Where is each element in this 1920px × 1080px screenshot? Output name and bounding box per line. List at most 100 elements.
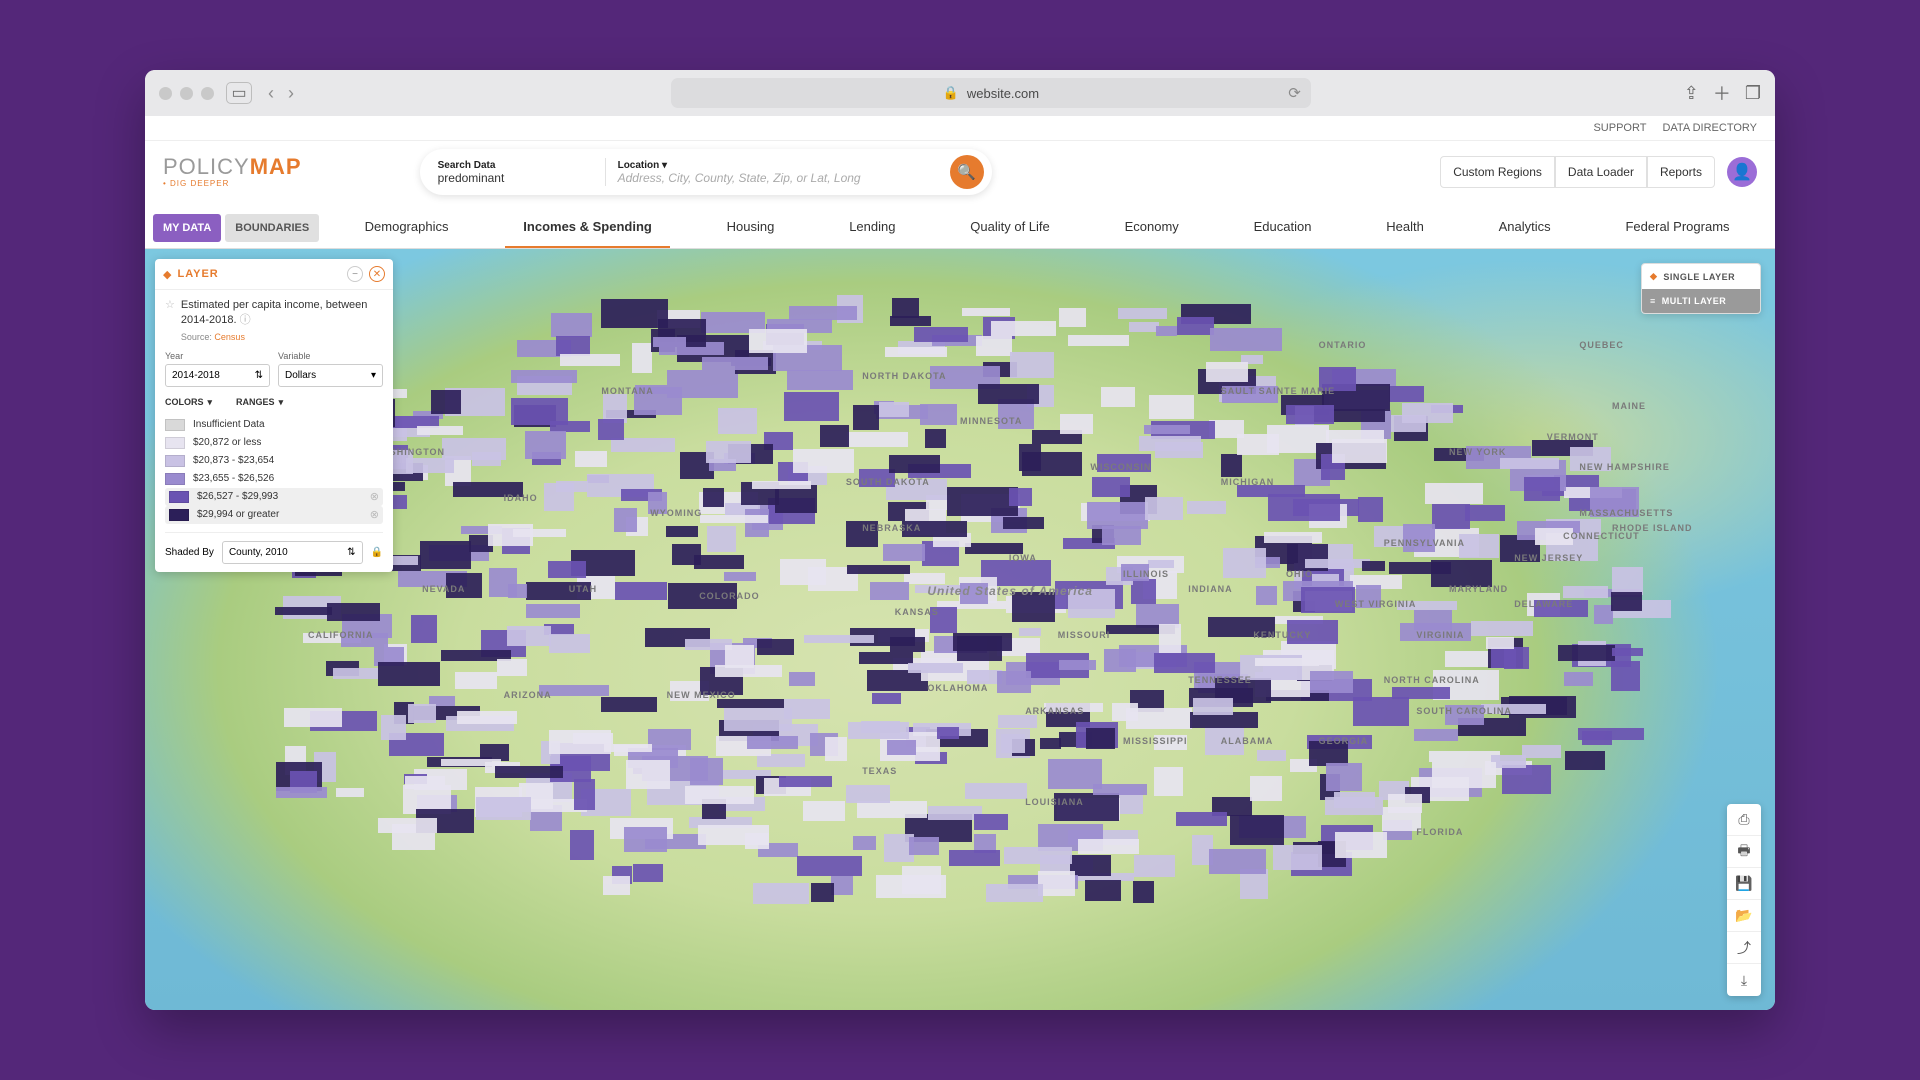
map-label: NEBRASKA — [862, 523, 921, 533]
map-label: UTAH — [569, 584, 597, 594]
legend-label: $20,873 - $23,654 — [193, 455, 274, 466]
minimize-window[interactable] — [180, 87, 193, 100]
close-window[interactable] — [159, 87, 172, 100]
reports-button[interactable]: Reports — [1647, 156, 1715, 188]
tabs-icon[interactable]: ❐ — [1745, 80, 1761, 106]
map-label: QUEBEC — [1579, 340, 1624, 350]
ranges-toggle[interactable]: RANGES ▾ — [236, 397, 283, 408]
remove-bin-icon[interactable]: ⊗ — [370, 490, 379, 503]
top-links: SUPPORT DATA DIRECTORY — [145, 116, 1775, 141]
legend-row[interactable]: $23,655 - $26,526 — [165, 470, 383, 488]
search-location-label: Location ▾ — [618, 160, 938, 171]
map-label: NEW HAMPSHIRE — [1579, 462, 1670, 472]
multi-layer-button[interactable]: ≡MULTI LAYER — [1642, 289, 1760, 313]
chevron-down-icon: ▾ — [208, 397, 213, 408]
search-location-segment[interactable]: Location ▾ Address, City, County, State,… — [618, 160, 938, 185]
colors-toggle[interactable]: COLORS ▾ — [165, 397, 212, 408]
measure-tool[interactable]: ⎙ — [1727, 804, 1761, 836]
avatar[interactable]: 👤 — [1727, 157, 1757, 187]
map-label: MARYLAND — [1449, 584, 1508, 594]
chevron-down-icon: ▾ — [279, 397, 284, 408]
open-tool[interactable]: 📂 — [1727, 900, 1761, 932]
tab-boundaries[interactable]: BOUNDARIES — [225, 214, 319, 242]
chevron-down-icon: ▾ — [371, 370, 376, 381]
map-canvas[interactable]: WASHINGTONOREGONIDAHOMONTANANORTH DAKOTA… — [145, 249, 1775, 1010]
minimize-panel-icon[interactable]: − — [347, 266, 363, 282]
info-icon[interactable]: ⓘ — [240, 314, 251, 326]
legend-swatch — [165, 437, 185, 449]
map-label: OKLAHOMA — [927, 683, 988, 693]
data-loader-button[interactable]: Data Loader — [1555, 156, 1647, 188]
legend-swatch — [165, 419, 185, 431]
traffic-lights — [159, 87, 214, 100]
search-icon: 🔍 — [957, 163, 976, 181]
tab-quality-of-life[interactable]: Quality of Life — [952, 207, 1068, 248]
share-icon[interactable]: ⇪ — [1684, 80, 1699, 106]
custom-regions-button[interactable]: Custom Regions — [1440, 156, 1555, 188]
save-tool[interactable]: 💾 — [1727, 868, 1761, 900]
tab-demographics[interactable]: Demographics — [347, 207, 467, 248]
tab-education[interactable]: Education — [1236, 207, 1330, 248]
legend-row[interactable]: $20,873 - $23,654 — [165, 452, 383, 470]
back-button[interactable]: ‹ — [264, 83, 278, 104]
url-bar[interactable]: 🔒 website.com ⟳ — [671, 78, 1311, 108]
sidebar-toggle[interactable]: ▭ — [226, 82, 252, 104]
tab-my-data[interactable]: MY DATA — [153, 214, 221, 242]
search-cluster: Search Data Location ▾ Address, City, Co… — [420, 149, 992, 195]
map-label: VIRGINIA — [1416, 630, 1464, 640]
map-label: TEXAS — [862, 766, 897, 776]
tab-analytics[interactable]: Analytics — [1481, 207, 1569, 248]
nav-arrows: ‹ › — [264, 83, 298, 104]
map-label: IOWA — [1009, 553, 1037, 563]
logo-text-b: MAP — [250, 154, 302, 179]
download-tool[interactable]: ⤓ — [1727, 964, 1761, 996]
single-layer-button[interactable]: ◆SINGLE LAYER — [1642, 264, 1760, 289]
category-tabs: MY DATA BOUNDARIES Demographics Incomes … — [145, 207, 1775, 249]
tab-incomes-spending[interactable]: Incomes & Spending — [505, 207, 670, 248]
support-link[interactable]: SUPPORT — [1593, 122, 1646, 134]
map-label: WISCONSIN — [1090, 462, 1151, 472]
legend-swatch — [165, 455, 185, 467]
tab-economy[interactable]: Economy — [1107, 207, 1197, 248]
print-tool[interactable]: 🖶 — [1727, 836, 1761, 868]
close-panel-icon[interactable]: ✕ — [369, 266, 385, 282]
legend-row[interactable]: $26,527 - $29,993⊗ — [165, 488, 383, 506]
map-label: IDAHO — [504, 493, 538, 503]
zoom-window[interactable] — [201, 87, 214, 100]
year-select[interactable]: 2014-2018⇅ — [165, 364, 270, 387]
favorite-icon[interactable]: ☆ — [165, 298, 175, 313]
remove-bin-icon[interactable]: ⊗ — [370, 508, 379, 521]
shaded-by-select[interactable]: County, 2010⇅ — [222, 541, 363, 564]
legend-row[interactable]: $20,872 or less — [165, 434, 383, 452]
share-tool[interactable]: ⤴ — [1727, 932, 1761, 964]
map-label: MINNESOTA — [960, 416, 1022, 426]
legend-row[interactable]: $29,994 or greater⊗ — [165, 506, 383, 524]
source-link[interactable]: Census — [214, 332, 245, 342]
tab-health[interactable]: Health — [1368, 207, 1442, 248]
search-button[interactable]: 🔍 — [950, 155, 984, 189]
tab-housing[interactable]: Housing — [709, 207, 793, 248]
tab-lending[interactable]: Lending — [831, 207, 913, 248]
logo-text-a: POLICY — [163, 154, 250, 179]
legend-swatch — [165, 473, 185, 485]
tab-federal-programs[interactable]: Federal Programs — [1607, 207, 1747, 248]
search-data-segment[interactable]: Search Data — [438, 160, 593, 185]
data-directory-link[interactable]: DATA DIRECTORY — [1662, 122, 1757, 134]
map-label: NORTH CAROLINA — [1384, 675, 1480, 685]
map-label: MICHIGAN — [1221, 477, 1275, 487]
legend-row[interactable]: Insufficient Data — [165, 416, 383, 434]
variable-select[interactable]: Dollars▾ — [278, 364, 383, 387]
logo[interactable]: POLICYMAP • DIG DEEPER — [163, 156, 302, 188]
legend: Insufficient Data$20,872 or less $20,873 … — [165, 416, 383, 524]
map-label: TENNESSEE — [1188, 675, 1252, 685]
lock-icon[interactable]: 🔒 — [371, 547, 383, 558]
forward-button[interactable]: › — [284, 83, 298, 104]
map-label: LOUISIANA — [1025, 797, 1084, 807]
new-tab-icon[interactable]: ＋ — [1713, 80, 1731, 106]
header-actions: Custom Regions Data Loader Reports 👤 — [1440, 156, 1757, 188]
map-label: MISSOURI — [1058, 630, 1111, 640]
map-label: FLORIDA — [1416, 827, 1463, 837]
refresh-icon[interactable]: ⟳ — [1288, 84, 1301, 102]
map-label: PENNSYLVANIA — [1384, 538, 1465, 548]
search-data-input[interactable] — [438, 171, 593, 185]
